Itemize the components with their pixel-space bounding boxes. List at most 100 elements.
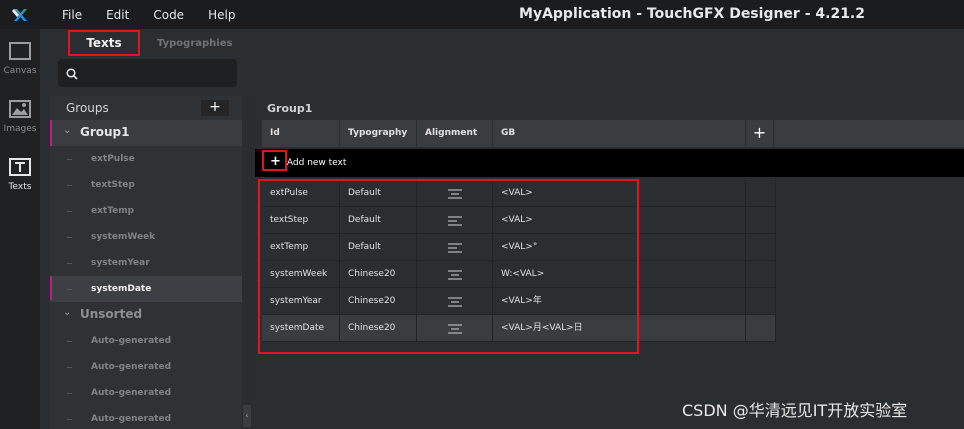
- add-new-text-label: Add new text: [286, 158, 347, 168]
- menu-code[interactable]: Code: [153, 8, 184, 22]
- tree-item[interactable]: Auto-generated: [50, 328, 242, 354]
- tree-item[interactable]: textStep: [50, 172, 242, 198]
- rail-label-texts: Texts: [8, 182, 32, 192]
- add-new-text-row[interactable]: [255, 149, 964, 177]
- menu-file[interactable]: File: [62, 8, 82, 22]
- cell-gb[interactable]: W:<VAL>: [493, 261, 746, 288]
- item-selection-marker: [50, 276, 52, 300]
- cell-typography[interactable]: Chinese20: [340, 261, 417, 288]
- tree-item-label: Auto-generated: [91, 336, 172, 346]
- cell-extra: [746, 315, 776, 342]
- table-row[interactable]: extTemp Default <VAL>°: [262, 234, 776, 261]
- tree-item[interactable]: systemYear: [50, 250, 242, 276]
- cell-alignment[interactable]: [417, 288, 493, 315]
- tree-group-label: Unsorted: [80, 307, 143, 321]
- cell-id[interactable]: systemWeek: [262, 261, 340, 288]
- column-header-gb[interactable]: GB: [493, 120, 746, 147]
- table-row[interactable]: extPulse Default <VAL>: [262, 180, 776, 207]
- group-selection-marker: [50, 120, 52, 146]
- table-row[interactable]: textStep Default <VAL>: [262, 207, 776, 234]
- table-header: Id Typography Alignment GB +: [262, 120, 964, 147]
- cell-gb[interactable]: <VAL>年: [493, 288, 746, 315]
- column-header-id[interactable]: Id: [262, 120, 340, 147]
- rail-label-images: Images: [3, 124, 37, 134]
- cell-gb[interactable]: <VAL>: [493, 180, 746, 207]
- tree-group-group1[interactable]: ⌄ Group1: [50, 120, 242, 146]
- rail-item-texts[interactable]: Texts: [0, 155, 40, 209]
- tree-item[interactable]: Auto-generated: [50, 354, 242, 380]
- tree-item[interactable]: extPulse: [50, 146, 242, 172]
- tree-connector: [67, 263, 72, 264]
- add-group-button[interactable]: +: [201, 100, 229, 116]
- table-row[interactable]: systemDate Chinese20 <VAL>月<VAL>日: [262, 315, 776, 342]
- touchgfx-logo-icon[interactable]: [0, 0, 40, 29]
- tab-texts[interactable]: Texts: [68, 30, 140, 56]
- tree-connector: [67, 289, 72, 290]
- add-language-button[interactable]: +: [746, 120, 774, 147]
- cell-gb[interactable]: <VAL>: [493, 207, 746, 234]
- menu-edit[interactable]: Edit: [106, 8, 129, 22]
- tree-item[interactable]: systemWeek: [50, 224, 242, 250]
- menu-help[interactable]: Help: [208, 8, 235, 22]
- cell-alignment[interactable]: [417, 315, 493, 342]
- cell-extra: [746, 288, 776, 315]
- left-rail: Canvas Images Texts: [0, 29, 40, 429]
- cell-gb[interactable]: <VAL>月<VAL>日: [493, 315, 746, 342]
- table-row[interactable]: systemWeek Chinese20 W:<VAL>: [262, 261, 776, 288]
- add-new-text-button[interactable]: + Add new text: [270, 154, 346, 169]
- cell-extra: [746, 234, 776, 261]
- cell-alignment[interactable]: [417, 207, 493, 234]
- cell-gb[interactable]: <VAL>°: [493, 234, 746, 261]
- tree-group-label: Group1: [80, 125, 130, 139]
- align-center-icon: [447, 324, 462, 334]
- cell-alignment[interactable]: [417, 261, 493, 288]
- chevron-down-icon[interactable]: ⌄: [63, 307, 71, 318]
- tree-item-label: extPulse: [91, 154, 135, 164]
- rail-item-canvas[interactable]: Canvas: [0, 39, 40, 93]
- canvas-icon: [9, 42, 31, 60]
- tree-connector: [67, 211, 72, 212]
- collapse-panel-icon[interactable]: ‹: [243, 405, 251, 427]
- images-icon: [9, 100, 31, 118]
- rail-item-images[interactable]: Images: [0, 97, 40, 151]
- cell-typography[interactable]: Default: [340, 207, 417, 234]
- cell-typography[interactable]: Default: [340, 234, 417, 261]
- tree-connector: [67, 367, 72, 368]
- tree-item-label: systemDate: [91, 284, 152, 294]
- column-header-typography[interactable]: Typography: [340, 120, 417, 147]
- tree-item[interactable]: Auto-generated: [50, 380, 242, 406]
- cell-alignment[interactable]: [417, 180, 493, 207]
- tree-connector: [67, 185, 72, 186]
- tree-item-label: systemYear: [91, 258, 150, 268]
- cell-id[interactable]: systemDate: [262, 315, 340, 342]
- align-left-icon: [447, 216, 462, 226]
- cell-id[interactable]: extTemp: [262, 234, 340, 261]
- tree-group-unsorted[interactable]: ⌄ Unsorted: [50, 302, 242, 328]
- chevron-down-icon[interactable]: ⌄: [63, 125, 71, 136]
- tree-connector: [67, 341, 72, 342]
- menu-bar: File Edit Code Help: [52, 0, 249, 29]
- groups-title: Groups: [66, 101, 109, 115]
- window-title: MyApplication - TouchGFX Designer - 4.21…: [519, 6, 865, 22]
- cell-typography[interactable]: Chinese20: [340, 315, 417, 342]
- tree-item-selected[interactable]: systemDate: [50, 276, 242, 302]
- cell-typography[interactable]: Default: [340, 180, 417, 207]
- tree-item[interactable]: extTemp: [50, 198, 242, 224]
- search-input[interactable]: [58, 59, 237, 87]
- tab-typographies[interactable]: Typographies: [157, 38, 232, 49]
- cell-alignment[interactable]: [417, 234, 493, 261]
- cell-extra: [746, 180, 776, 207]
- tree-item[interactable]: Auto-generated: [50, 406, 242, 429]
- cell-id[interactable]: textStep: [262, 207, 340, 234]
- cell-id[interactable]: extPulse: [262, 180, 340, 207]
- tree-item-label: extTemp: [91, 206, 135, 216]
- panel-splitter[interactable]: [242, 96, 252, 429]
- column-header-alignment[interactable]: Alignment: [417, 120, 493, 147]
- tree-connector: [67, 237, 72, 238]
- groups-header: Groups +: [50, 96, 242, 120]
- tree-item-label: Auto-generated: [91, 388, 172, 398]
- table-row[interactable]: systemYear Chinese20 <VAL>年: [262, 288, 776, 315]
- align-center-icon: [447, 189, 462, 199]
- cell-id[interactable]: systemYear: [262, 288, 340, 315]
- cell-typography[interactable]: Chinese20: [340, 288, 417, 315]
